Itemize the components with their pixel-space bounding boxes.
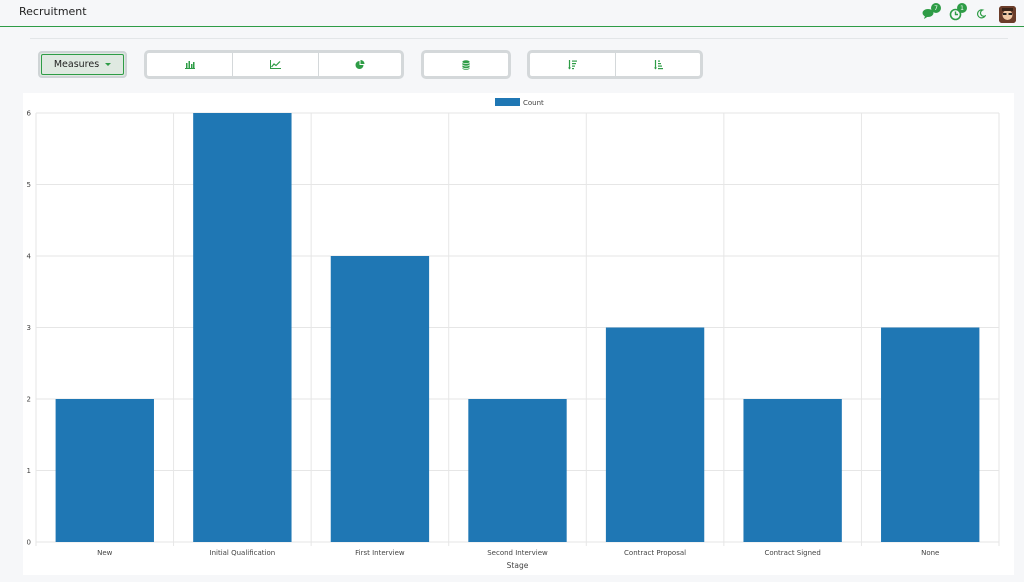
y-tick-label: 5	[27, 181, 31, 189]
graph-panel: 0 1 2 3 4 5 6 New Initial Qualification First Int…	[23, 93, 1014, 575]
chart-type-group	[144, 50, 404, 79]
activities-badge: 1	[957, 3, 967, 13]
bar[interactable]	[468, 399, 567, 542]
x-tick-label: New	[97, 549, 113, 557]
activities-button[interactable]: 1	[947, 3, 967, 22]
bar-chart-icon	[184, 61, 195, 69]
x-tick-label: Contract Proposal	[624, 549, 686, 557]
bar-chart: 0 1 2 3 4 5 6 New Initial Qualification First Int…	[27, 98, 1000, 570]
user-avatar[interactable]	[999, 5, 1016, 23]
bar[interactable]	[881, 327, 980, 543]
sort-descending-icon	[568, 59, 577, 69]
measures-focus-ring	[41, 54, 124, 75]
x-tick-label: Initial Qualification	[210, 549, 276, 557]
legend-swatch	[495, 98, 520, 106]
x-tick-label: Second Interview	[487, 549, 548, 557]
bar[interactable]	[55, 399, 154, 542]
stacked-button[interactable]	[424, 53, 508, 76]
x-tick-label: Contract Signed	[764, 549, 820, 557]
sort-descending-button[interactable]	[530, 53, 616, 76]
top-navbar: Recruitment 7 1	[0, 0, 1024, 27]
bar-chart-button[interactable]	[147, 53, 233, 76]
pie-chart-icon	[355, 59, 365, 69]
avatar-icon	[999, 5, 1016, 23]
dark-mode-toggle[interactable]	[973, 6, 989, 22]
sort-group	[527, 50, 703, 79]
stack-group	[421, 50, 511, 79]
bar[interactable]	[743, 399, 842, 542]
x-tick-label: None	[921, 549, 939, 557]
y-tick-label: 1	[27, 467, 31, 475]
x-tick-label: First Interview	[355, 549, 405, 557]
y-tick-label: 3	[27, 324, 31, 332]
sort-ascending-button[interactable]	[616, 53, 700, 76]
y-tick-label: 2	[27, 396, 31, 404]
line-chart-icon	[270, 60, 281, 69]
database-icon	[462, 59, 470, 70]
messages-badge: 7	[931, 3, 941, 13]
y-tick-label: 4	[27, 253, 32, 261]
x-axis-label: Stage	[507, 561, 529, 570]
line-chart-button[interactable]	[233, 53, 319, 76]
systray: 7 1	[921, 3, 1016, 24]
bar[interactable]	[193, 113, 292, 542]
bar[interactable]	[330, 256, 430, 542]
measures-dropdown-button[interactable]: Measures	[38, 51, 127, 78]
y-tick-label: 6	[27, 110, 32, 118]
bar[interactable]	[605, 327, 705, 543]
moon-icon	[977, 9, 986, 19]
control-panel-divider	[30, 38, 1008, 39]
pie-chart-button[interactable]	[319, 53, 401, 76]
app-title[interactable]: Recruitment	[19, 5, 87, 18]
messages-button[interactable]: 7	[921, 3, 941, 22]
sort-ascending-icon	[653, 59, 663, 69]
y-tick-label: 0	[27, 539, 31, 547]
legend-label: Count	[523, 99, 544, 107]
